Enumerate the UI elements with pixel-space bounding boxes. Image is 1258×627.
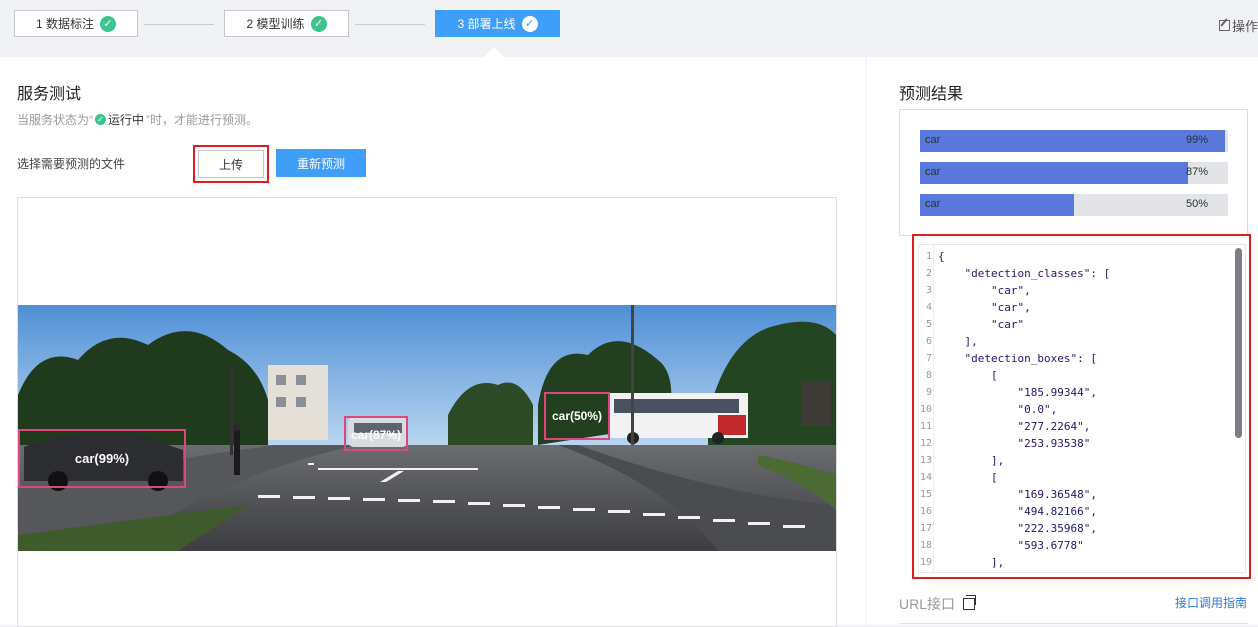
result-row: car 87%	[920, 162, 1228, 184]
edit-icon	[1218, 20, 1230, 31]
code-line: "0.0",	[938, 403, 1058, 416]
hint-prefix: 当服务状态为“	[17, 113, 93, 127]
upload-highlight: 上传	[193, 145, 269, 183]
active-step-caret	[484, 47, 504, 57]
stepper-bar: 1 数据标注 ✓ 2 模型训练 ✓ 3 部署上线 ✓ 操作	[0, 0, 1258, 57]
vertical-scrollbar[interactable]	[1235, 248, 1242, 438]
code-line: {	[938, 250, 945, 263]
prediction-result-panel: 预测结果 car 99% car 87% car 50% 1 {2 "detect…	[867, 57, 1258, 625]
result-percent: 99%	[1185, 134, 1208, 146]
url-interface: URL接口	[899, 594, 977, 614]
step-deploy[interactable]: 3 部署上线 ✓	[435, 10, 560, 37]
check-circle-icon: ✓	[521, 15, 538, 32]
check-circle-icon: ✓	[95, 114, 106, 125]
json-viewer[interactable]: 1 {2 "detection_classes": [ 3 "car", 4 "car…	[918, 244, 1246, 573]
line-number: 18	[920, 540, 933, 551]
upload-button[interactable]: 上传	[198, 150, 264, 178]
line-number: 17	[920, 523, 933, 534]
code-line: "detection_boxes": [	[938, 352, 1097, 365]
check-circle-icon: ✓	[310, 15, 327, 32]
result-percent: 50%	[1185, 198, 1208, 210]
code-line: "253.93538"	[938, 437, 1091, 450]
operation-button[interactable]: 操作	[1218, 16, 1258, 35]
step-connector	[144, 24, 214, 25]
hint-status: 运行中	[108, 113, 145, 127]
code-line: ],	[938, 556, 1005, 569]
result-label: car	[925, 134, 941, 146]
json-code: 1 {2 "detection_classes": [ 3 "car", 4 "car…	[919, 245, 1245, 569]
image-preview: car(99%) car(87%) car(50%)	[17, 197, 837, 627]
result-bar-fill	[920, 194, 1074, 216]
step-model-training[interactable]: 2 模型训练 ✓	[224, 10, 349, 37]
detection-label: car(87%)	[351, 428, 401, 442]
code-line: "169.36548",	[938, 488, 1097, 501]
check-circle-icon: ✓	[100, 15, 116, 32]
result-bar-fill	[920, 162, 1188, 184]
line-number: 15	[920, 489, 933, 500]
result-row: car 50%	[920, 194, 1228, 216]
step-connector	[355, 24, 425, 25]
result-percent: 87%	[1185, 166, 1208, 178]
line-number: 16	[920, 506, 933, 517]
line-number: 2	[925, 268, 932, 279]
line-number: 5	[925, 319, 932, 330]
code-line: "detection_classes": [	[938, 267, 1111, 280]
line-number: 3	[925, 285, 932, 296]
service-hint: 当服务状态为“ ✓ 运行中 ”时，才能进行预测。	[17, 111, 258, 128]
line-number: 4	[925, 302, 932, 313]
section-title: 服务测试	[17, 86, 82, 103]
line-number: 10	[920, 404, 933, 415]
step-data-annotation[interactable]: 1 数据标注 ✓	[14, 10, 138, 37]
step-label: 2 模型训练	[246, 17, 305, 31]
line-number: 12	[920, 438, 933, 449]
code-line: ],	[938, 335, 978, 348]
step-label: 1 数据标注	[35, 17, 94, 31]
divider	[899, 623, 1248, 624]
code-line: "494.82166",	[938, 505, 1097, 518]
line-number: 11	[920, 421, 933, 432]
line-number: 14	[920, 472, 933, 483]
operation-label: 操作	[1231, 19, 1258, 34]
line-number: 9	[925, 387, 932, 398]
street-scene-image: car(99%) car(87%) car(50%)	[18, 305, 836, 551]
step-label: 3 部署上线	[457, 17, 516, 31]
copy-icon[interactable]	[963, 595, 977, 610]
detection-label: car(99%)	[75, 451, 129, 466]
line-number: 1	[925, 251, 932, 262]
result-title: 预测结果	[899, 86, 964, 103]
api-guide-link[interactable]: 接口调用指南	[1175, 594, 1247, 611]
code-line: "277.2264",	[938, 420, 1091, 433]
json-highlight: 1 {2 "detection_classes": [ 3 "car", 4 "car…	[912, 234, 1251, 579]
code-line: [	[938, 471, 998, 484]
url-label: URL接口	[899, 596, 956, 612]
repredict-button[interactable]: 重新预测	[276, 149, 366, 177]
hint-suffix: ”时，才能进行预测。	[146, 113, 259, 127]
code-line: "593.6778"	[938, 539, 1084, 552]
code-line: [	[938, 369, 998, 382]
result-bars: car 99% car 87% car 50%	[899, 109, 1248, 236]
code-line: "car",	[938, 284, 1031, 297]
code-line: "222.35968",	[938, 522, 1097, 535]
code-line: "185.99344",	[938, 386, 1097, 399]
code-line: "car",	[938, 301, 1031, 314]
result-bar-fill	[920, 130, 1225, 152]
result-label: car	[925, 198, 941, 210]
service-test-panel: 服务测试 当服务状态为“ ✓ 运行中 ”时，才能进行预测。 选择需要预测的文件 …	[0, 57, 866, 627]
code-line: "car"	[938, 318, 1025, 331]
detection-label: car(50%)	[552, 409, 602, 423]
line-number: 13	[920, 455, 933, 466]
line-number: 6	[925, 336, 932, 347]
result-row: car 99%	[920, 130, 1228, 152]
code-line: ],	[938, 454, 1005, 467]
line-number: 8	[925, 370, 932, 381]
result-label: car	[925, 166, 941, 178]
line-number: 7	[925, 353, 932, 364]
line-number: 19	[920, 557, 933, 568]
file-select-label: 选择需要预测的文件	[17, 157, 126, 171]
